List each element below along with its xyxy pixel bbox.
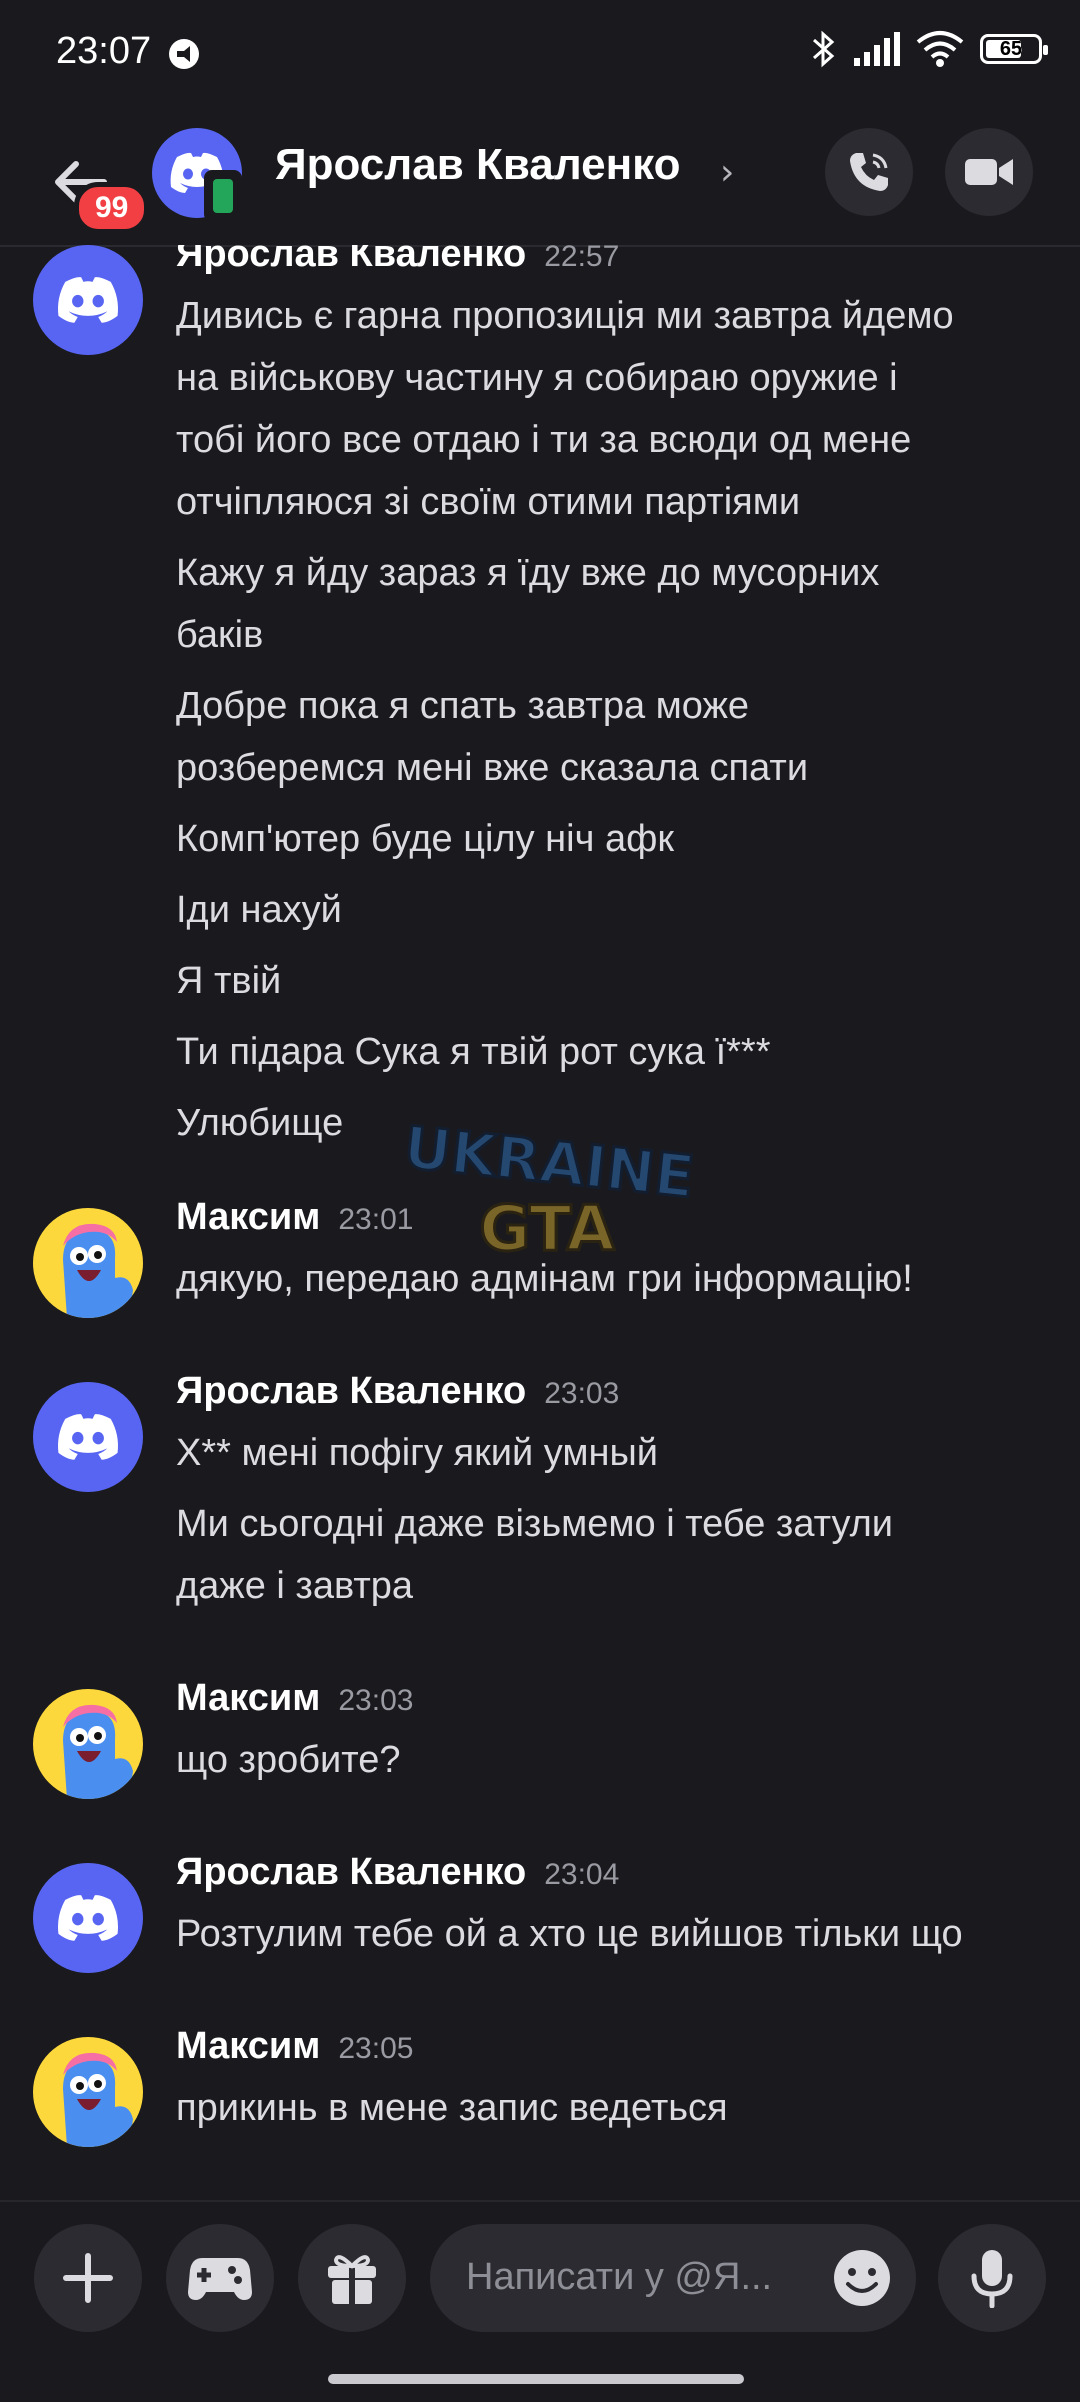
discord-avatar[interactable]	[33, 245, 143, 355]
message-timestamp: 23:03	[338, 1684, 414, 1717]
video-call-button[interactable]	[945, 128, 1033, 216]
message-timestamp: 22:57	[544, 245, 620, 273]
message-author[interactable]: Ярослав Кваленко 22:57	[176, 245, 619, 276]
message-timestamp: 23:03	[544, 1377, 620, 1410]
status-bar: 23:07 65	[0, 0, 1080, 110]
status-icons: 65	[810, 30, 1048, 68]
message-text[interactable]: Кажу я йду зараз я їду вже до мусорних	[176, 542, 1056, 604]
author-name: Ярослав Кваленко	[176, 1370, 527, 1412]
message-text[interactable]: баків	[176, 604, 1056, 666]
blue-creature-icon	[63, 2052, 133, 2147]
message-author[interactable]: Максим 23:05	[176, 2025, 413, 2068]
message-author[interactable]: Ярослав Кваленко 23:04	[176, 1851, 619, 1894]
mobile-status-icon	[204, 170, 242, 222]
message-text[interactable]: Х** мені пофігу який умный	[176, 1422, 1056, 1484]
author-name: Максим	[176, 1196, 321, 1238]
message-input-placeholder: Написати у @Я...	[466, 2256, 773, 2298]
message-author[interactable]: Ярослав Кваленко 23:03	[176, 1370, 619, 1413]
message-text[interactable]: на військову частину я собираю оружие і	[176, 347, 1056, 409]
message-text[interactable]: Розтулим тебе ой а хто це вийшов тільки …	[176, 1903, 1056, 1965]
author-name: Ярослав Кваленко	[176, 245, 527, 275]
add-attachment-button[interactable]	[34, 2224, 142, 2332]
activities-button[interactable]	[166, 2224, 274, 2332]
message-author[interactable]: Максим 23:01	[176, 1196, 413, 1239]
watermark-line-2: GTA	[479, 1192, 614, 1265]
author-name: Ярослав Кваленко	[176, 1851, 527, 1893]
plus-icon	[63, 2253, 113, 2303]
message-text[interactable]: даже і завтра	[176, 1555, 1056, 1617]
voice-message-button[interactable]	[938, 2224, 1046, 2332]
discord-avatar[interactable]	[33, 1382, 143, 1492]
message-text[interactable]: розберемся мені вже сказала спати	[176, 737, 1056, 799]
cartoon-avatar[interactable]	[33, 1208, 143, 1318]
battery-level: 65	[999, 37, 1023, 60]
message-text[interactable]: прикинь в мене запис ведеться	[176, 2077, 1056, 2139]
message-text[interactable]: Ми сьогодні даже візьмемо і тебе затули	[176, 1493, 1056, 1555]
emoji-icon[interactable]	[832, 2248, 892, 2308]
video-camera-icon	[965, 159, 1013, 185]
wifi-icon	[916, 31, 964, 67]
message-text[interactable]: Іди нахуй	[176, 879, 1056, 941]
message-text[interactable]: тобі його все отдаю і ти за всюди од мен…	[176, 409, 1056, 471]
author-name: Максим	[176, 2025, 321, 2067]
gift-icon	[328, 2255, 376, 2304]
gift-button[interactable]	[298, 2224, 406, 2332]
message-timestamp: 23:05	[338, 2032, 414, 2065]
gamepad-icon	[188, 2258, 252, 2300]
message-text[interactable]: отчіпляюся зі своїм отими партіями	[176, 471, 1056, 533]
message-timestamp: 23:04	[544, 1858, 620, 1891]
status-time: 23:07	[56, 30, 152, 72]
blue-creature-icon	[63, 1704, 133, 1799]
message-composer: Написати у @Я...	[0, 2200, 1080, 2402]
phone-icon	[850, 153, 888, 191]
message-text[interactable]: Комп'ютер буде цілу ніч афк	[176, 808, 1056, 870]
message-text[interactable]: Я твій	[176, 950, 1056, 1012]
notification-icon	[169, 39, 199, 69]
voice-call-button[interactable]	[825, 128, 913, 216]
discord-logo-icon	[58, 277, 118, 323]
header-title[interactable]: Ярослав Кваленко	[275, 140, 681, 190]
message-author[interactable]: Максим 23:03	[176, 1677, 413, 1720]
chat-header: 99 Ярослав Кваленко ›	[0, 110, 1080, 247]
message-input[interactable]: Написати у @Я...	[430, 2224, 916, 2332]
signal-icon	[854, 32, 900, 66]
discord-logo-icon	[58, 1895, 118, 1941]
home-indicator[interactable]	[328, 2374, 744, 2384]
message-text[interactable]: Дивись є гарна пропозиція ми завтра йдем…	[176, 285, 1056, 347]
cartoon-avatar[interactable]	[33, 1689, 143, 1799]
message-text[interactable]: Ти підара Сука я твій рот сука ї***	[176, 1021, 1056, 1083]
cartoon-avatar[interactable]	[33, 2037, 143, 2147]
discord-logo-icon	[58, 1414, 118, 1460]
battery-icon: 65	[980, 34, 1048, 64]
ukraine-gta-watermark: UKRAINE GTA	[399, 1120, 699, 1267]
blue-creature-icon	[63, 1223, 133, 1318]
chevron-right-icon[interactable]: ›	[720, 152, 734, 193]
message-text[interactable]: що зробите?	[176, 1729, 1056, 1791]
bluetooth-icon	[813, 30, 835, 68]
unread-badge: 99	[74, 182, 150, 234]
author-name: Максим	[176, 1677, 321, 1719]
discord-avatar[interactable]	[33, 1863, 143, 1973]
microphone-icon	[971, 2250, 1013, 2308]
message-text[interactable]: Добре пока я спать завтра може	[176, 675, 1056, 737]
